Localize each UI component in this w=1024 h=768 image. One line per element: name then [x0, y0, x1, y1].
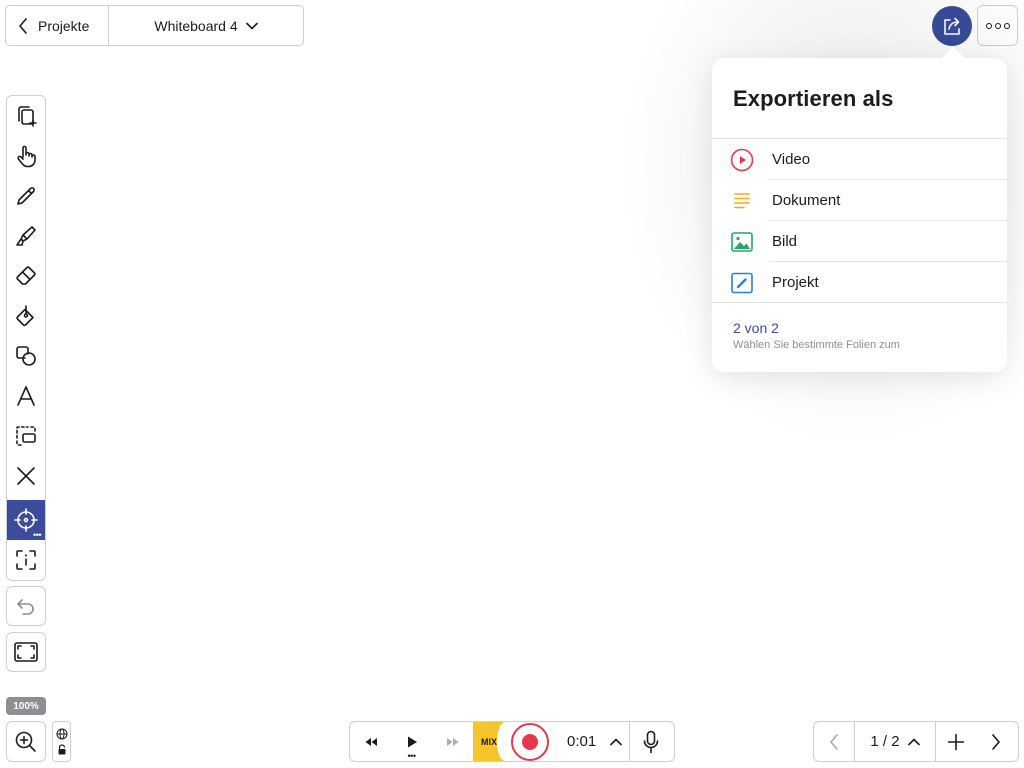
record-dot-icon — [522, 733, 538, 750]
tool-text-frame[interactable] — [7, 540, 45, 580]
export-video-option[interactable]: Video — [712, 139, 1007, 180]
fast-forward-icon — [446, 737, 458, 746]
tool-fill[interactable] — [7, 296, 45, 336]
microphone-button[interactable] — [629, 722, 671, 761]
board-title-dropdown[interactable]: Whiteboard 4 — [109, 6, 303, 45]
board-title: Whiteboard 4 — [154, 17, 238, 34]
time-expand-button[interactable] — [603, 738, 629, 746]
chevron-down-icon — [245, 22, 258, 29]
export-option-label: Video — [772, 151, 811, 168]
tool-text[interactable] — [7, 376, 45, 416]
divider — [712, 302, 1007, 303]
chevron-right-icon — [992, 733, 1000, 750]
undo-button[interactable] — [6, 586, 46, 626]
lock-button[interactable] — [52, 721, 71, 762]
fit-screen-button[interactable] — [6, 632, 46, 672]
popover-arrow — [941, 46, 965, 70]
play-button[interactable]: ••• — [391, 722, 432, 761]
back-label: Projekte — [38, 17, 90, 34]
plus-icon — [947, 733, 965, 750]
slide-selection-link[interactable]: 2 von 2 — [733, 320, 779, 336]
tool-selection[interactable] — [7, 416, 45, 456]
tool-palette: ••• — [6, 95, 46, 581]
project-pen-icon — [731, 272, 753, 293]
chevron-up-icon — [907, 738, 920, 745]
next-slide-button[interactable] — [976, 722, 1016, 761]
record-button[interactable] — [497, 722, 555, 761]
slide-selection-hint: Wählen Sie bestimmte Folien zum — [733, 339, 900, 351]
rewind-button[interactable] — [350, 722, 391, 761]
text-icon — [17, 386, 35, 406]
play-icon — [407, 736, 417, 747]
share-icon — [944, 17, 960, 35]
export-image-option[interactable]: Bild — [712, 221, 1007, 262]
shapes-icon — [16, 346, 36, 366]
chevron-left-icon — [19, 17, 27, 34]
close-x-icon — [17, 467, 35, 485]
undo-icon — [17, 599, 34, 615]
slide-overview-button[interactable]: 1 / 2 — [854, 722, 936, 761]
tool-clear[interactable] — [7, 456, 45, 496]
more-options-indicator: ••• — [407, 751, 416, 761]
text-frame-icon — [16, 550, 36, 570]
export-project-option[interactable]: Projekt — [712, 262, 1007, 303]
tool-shapes[interactable] — [7, 336, 45, 376]
top-navigation: Projekte Whiteboard 4 — [5, 5, 304, 46]
zoom-button[interactable] — [6, 721, 46, 762]
export-option-label: Bild — [772, 233, 798, 250]
export-popover: Exportieren als Video Dokument Bild Proj… — [712, 46, 1007, 372]
more-dot-icon — [994, 22, 1001, 29]
more-options-indicator: ••• — [33, 530, 41, 540]
play-circle-icon — [730, 148, 754, 171]
microphone-icon — [643, 730, 658, 753]
slide-counter: 1 / 2 — [870, 733, 900, 750]
fast-forward-button[interactable] — [432, 722, 473, 761]
zoom-level-badge: 100% — [6, 697, 46, 715]
chevron-up-icon — [610, 738, 622, 745]
more-options-button[interactable] — [977, 5, 1018, 46]
add-slide-button[interactable] — [936, 722, 976, 761]
share-export-button[interactable] — [932, 6, 972, 46]
tool-laser-pointer[interactable]: ••• — [7, 500, 45, 540]
tool-pen[interactable] — [7, 176, 45, 216]
selection-icon — [16, 426, 36, 446]
export-option-label: Projekt — [772, 274, 819, 291]
tool-hand[interactable] — [7, 136, 45, 176]
more-dot-icon — [985, 22, 992, 29]
hand-icon — [17, 145, 36, 168]
document-lines-icon — [734, 192, 750, 208]
chevron-left-icon — [830, 733, 838, 750]
export-document-option[interactable]: Dokument — [712, 180, 1007, 221]
lock-icon — [58, 744, 65, 755]
globe-icon — [56, 728, 67, 740]
back-to-projects-button[interactable]: Projekte — [6, 6, 109, 45]
add-slide-icon — [18, 106, 37, 127]
previous-slide-button[interactable] — [814, 722, 854, 761]
pen-icon — [17, 187, 35, 205]
record-ring — [511, 722, 549, 761]
rewind-icon — [365, 737, 377, 746]
playback-controls: ••• MIX 0:01 — [349, 721, 675, 762]
export-title: Exportieren als — [733, 86, 894, 111]
image-icon — [731, 231, 753, 252]
zoom-in-icon — [15, 731, 36, 752]
tool-add-slide[interactable] — [7, 96, 45, 136]
fill-bucket-icon — [16, 305, 34, 327]
highlighter-icon — [16, 226, 36, 246]
eraser-icon — [16, 266, 36, 285]
more-dot-icon — [1003, 22, 1010, 29]
export-option-label: Dokument — [772, 192, 841, 209]
fit-screen-icon — [14, 642, 38, 662]
slide-pager: 1 / 2 — [813, 721, 1019, 762]
tool-eraser[interactable] — [7, 256, 45, 296]
tool-highlighter[interactable] — [7, 216, 45, 256]
recording-time: 0:01 — [567, 733, 597, 750]
